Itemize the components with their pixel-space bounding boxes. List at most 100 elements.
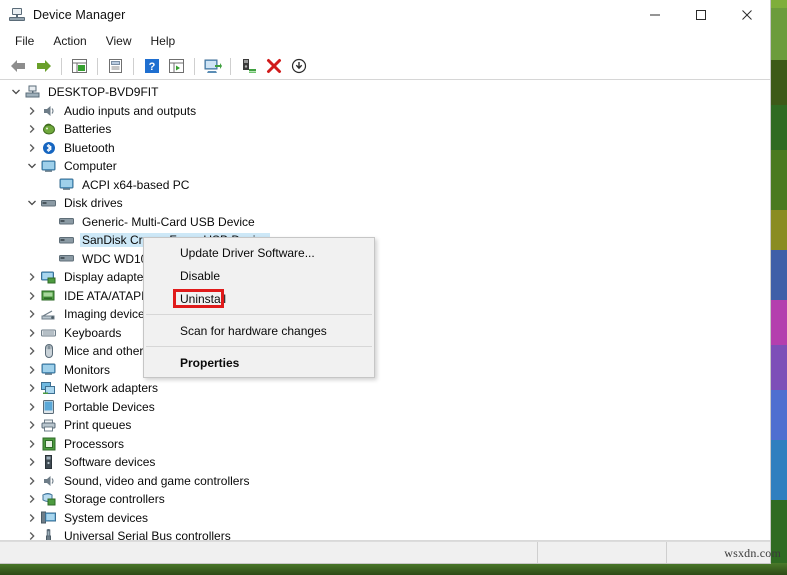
tree-row-usb-controllers[interactable]: Universal Serial Bus controllers [0, 527, 770, 540]
tree-row-batteries[interactable]: Batteries [0, 120, 770, 139]
chevron-right-icon[interactable] [24, 528, 40, 540]
computer-root-icon [24, 84, 41, 100]
tree-row-storage-controllers[interactable]: Storage controllers [0, 490, 770, 509]
menu-view[interactable]: View [97, 31, 142, 51]
chevron-right-icon[interactable] [24, 103, 40, 119]
tree-label: Generic- Multi-Card USB Device [82, 214, 255, 229]
tree-row-sound-video-game[interactable]: Sound, video and game controllers [0, 472, 770, 491]
context-menu-item-disable[interactable]: Disable [144, 264, 374, 287]
tree-row-acpi[interactable]: ACPI x64-based PC [0, 176, 770, 195]
chevron-right-icon[interactable] [24, 140, 40, 156]
tree-row-monitors[interactable]: Monitors [0, 361, 770, 380]
tree-row-keyboards[interactable]: Keyboards [0, 324, 770, 343]
tree-label: System devices [64, 510, 149, 525]
chevron-down-icon[interactable] [24, 195, 40, 211]
scan-hardware-changes-icon[interactable] [236, 55, 261, 78]
chevron-right-icon[interactable] [24, 454, 40, 470]
context-menu-item-properties[interactable]: Properties [144, 351, 374, 374]
chevron-right-icon[interactable] [24, 380, 40, 396]
menu-action[interactable]: Action [44, 31, 96, 51]
help-icon[interactable]: ? [139, 55, 164, 78]
chevron-down-icon[interactable] [8, 84, 24, 100]
chevron-right-icon[interactable] [24, 325, 40, 341]
toolbar-separator [61, 57, 62, 75]
show-console-tree-icon[interactable] [67, 55, 92, 78]
tree-row-disk-drives[interactable]: Disk drives [0, 194, 770, 213]
chevron-right-icon[interactable] [24, 306, 40, 322]
title-bar[interactable]: Device Manager [0, 0, 770, 29]
tree-label: Processors [64, 436, 125, 451]
back-icon[interactable] [6, 55, 31, 78]
tree-label: Computer [64, 159, 117, 174]
context-menu[interactable]: Update Driver Software... Disable Uninst… [143, 237, 375, 378]
chevron-right-icon[interactable] [24, 288, 40, 304]
tree-row-software-devices[interactable]: Software devices [0, 453, 770, 472]
menu-file[interactable]: File [6, 31, 44, 51]
menu-bar: File Action View Help [0, 29, 770, 53]
status-text [0, 542, 537, 563]
tree-label: Batteries [64, 122, 112, 137]
chevron-right-icon[interactable] [24, 491, 40, 507]
network-adapter-icon [40, 380, 57, 396]
processor-icon [40, 436, 57, 452]
tree-row-audio[interactable]: Audio inputs and outputs [0, 102, 770, 121]
chevron-right-icon[interactable] [24, 399, 40, 415]
device-tree[interactable]: DESKTOP-BVD9FIT Audio inputs and outputs [0, 80, 770, 541]
maximize-button[interactable] [678, 0, 724, 29]
device-manager-icon [9, 7, 25, 23]
tree-row-network-adapters[interactable]: Network adapters [0, 379, 770, 398]
tree-row-generic-usb[interactable]: Generic- Multi-Card USB Device [0, 213, 770, 232]
chevron-right-icon[interactable] [24, 121, 40, 137]
tree-row-root[interactable]: DESKTOP-BVD9FIT [0, 83, 770, 102]
tree-row-sandisk-selected[interactable]: SanDisk Cruzer Force USB Device [0, 231, 770, 250]
storage-controller-icon [40, 491, 57, 507]
show-details-icon[interactable] [164, 55, 189, 78]
imaging-device-icon [40, 306, 57, 322]
context-menu-separator [146, 346, 372, 347]
chevron-right-icon[interactable] [24, 473, 40, 489]
display-adapter-icon [40, 269, 57, 285]
tree-row-print-queues[interactable]: Print queues [0, 416, 770, 435]
tree-row-bluetooth[interactable]: Bluetooth [0, 139, 770, 158]
context-menu-item-update-driver[interactable]: Update Driver Software... [144, 241, 374, 264]
toolbar-separator [194, 57, 195, 75]
chevron-right-icon[interactable] [24, 362, 40, 378]
tree-label: Print queues [64, 418, 132, 433]
disable-device-icon[interactable] [286, 55, 311, 78]
chevron-down-icon[interactable] [24, 158, 40, 174]
chevron-right-icon[interactable] [24, 417, 40, 433]
tree-label: Network adapters [64, 381, 159, 396]
disk-drive-icon [58, 232, 75, 248]
tree-row-display-adapters[interactable]: Display adapters [0, 268, 770, 287]
update-driver-icon[interactable] [200, 55, 225, 78]
tree-label: Sound, video and game controllers [64, 473, 250, 488]
tree-row-computer[interactable]: Computer [0, 157, 770, 176]
properties-icon[interactable] [103, 55, 128, 78]
battery-icon [40, 121, 57, 137]
tree-label: Software devices [64, 455, 156, 470]
context-menu-item-uninstall[interactable]: Uninstall [144, 287, 374, 310]
tree-row-system-devices[interactable]: System devices [0, 509, 770, 528]
monitor-icon [40, 362, 57, 378]
chevron-right-icon[interactable] [24, 343, 40, 359]
desktop-bottom-band [0, 563, 787, 575]
tree-row-mice[interactable]: Mice and other pointing devices [0, 342, 770, 361]
tree-row-portable-devices[interactable]: Portable Devices [0, 398, 770, 417]
close-button[interactable] [724, 0, 770, 29]
tree-row-ide-ata[interactable]: IDE ATA/ATAPI controllers [0, 287, 770, 306]
minimize-button[interactable] [632, 0, 678, 29]
context-menu-item-scan-hardware[interactable]: Scan for hardware changes [144, 319, 374, 342]
watermark: wsxdn.com [724, 546, 781, 560]
tree-row-processors[interactable]: Processors [0, 435, 770, 454]
chevron-right-icon[interactable] [24, 510, 40, 526]
tree-label: Audio inputs and outputs [64, 103, 197, 118]
menu-help[interactable]: Help [142, 31, 186, 51]
forward-icon[interactable] [31, 55, 56, 78]
tree-row-wdc[interactable]: WDC WD10EZEX-08WN4A0 [0, 250, 770, 269]
uninstall-device-icon[interactable] [261, 55, 286, 78]
chevron-right-icon[interactable] [24, 269, 40, 285]
window-title: Device Manager [33, 7, 126, 22]
chevron-right-icon[interactable] [24, 436, 40, 452]
tree-row-imaging[interactable]: Imaging devices [0, 305, 770, 324]
tree-label-root: DESKTOP-BVD9FIT [48, 85, 159, 100]
